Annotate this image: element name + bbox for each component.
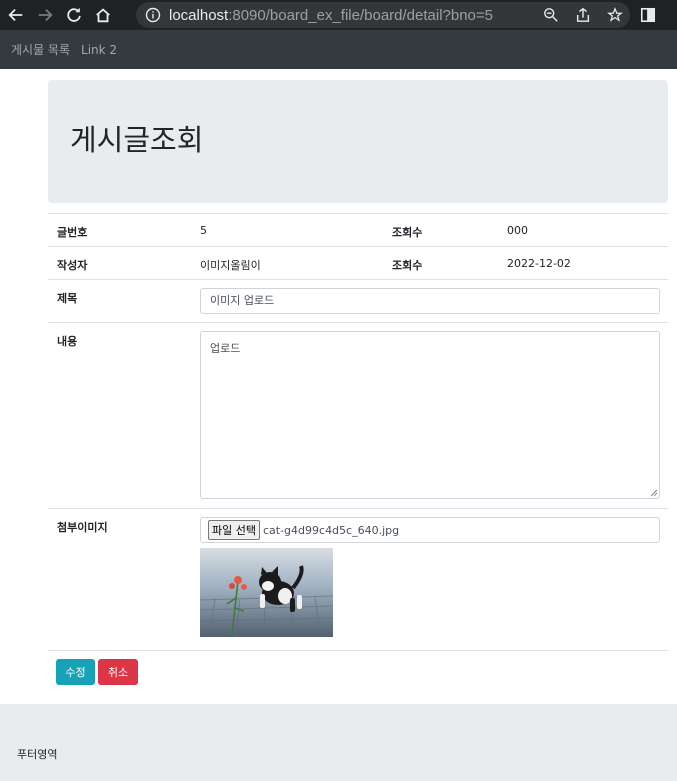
share-icon[interactable] bbox=[574, 6, 592, 24]
back-arrow-icon bbox=[8, 8, 23, 22]
title-input[interactable]: 이미지 업로드 bbox=[200, 288, 660, 314]
nav-link-board-list[interactable]: 게시물 목록 bbox=[11, 41, 70, 58]
attach-label: 첨부이미지 bbox=[57, 521, 108, 534]
bookmark-star-icon[interactable] bbox=[606, 6, 624, 24]
info-icon[interactable] bbox=[145, 7, 161, 23]
browser-toolbar: localhost:8090/board_ex_file/board/detai… bbox=[0, 0, 677, 30]
views-value: 000 bbox=[507, 224, 528, 237]
back-button[interactable] bbox=[3, 2, 29, 28]
content-text: 업로드 bbox=[210, 342, 241, 355]
content-label: 내용 bbox=[57, 335, 78, 348]
title-label: 제목 bbox=[57, 292, 78, 305]
content-textarea[interactable]: 업로드 bbox=[200, 331, 660, 499]
address-bar[interactable]: localhost:8090/board_ex_file/board/detai… bbox=[136, 2, 630, 28]
table-row: 내용 업로드 bbox=[48, 322, 668, 508]
bno-value: 5 bbox=[200, 224, 207, 237]
date-label: 조회수 bbox=[392, 259, 423, 272]
cancel-button[interactable]: 취소 bbox=[98, 659, 138, 685]
forward-button[interactable] bbox=[32, 2, 58, 28]
file-select-button[interactable]: 파일 선택 bbox=[208, 520, 260, 540]
bno-label: 글번호 bbox=[57, 226, 88, 239]
footer-text: 푸터영역 bbox=[17, 748, 58, 761]
top-navbar: 게시물 목록 Link 2 bbox=[0, 30, 677, 69]
table-row: 글번호 5 조회수 000 bbox=[48, 213, 668, 246]
home-icon bbox=[96, 8, 110, 23]
url-text: localhost:8090/board_ex_file/board/detai… bbox=[169, 7, 493, 24]
divider bbox=[48, 650, 668, 651]
reload-icon bbox=[67, 7, 81, 22]
file-input[interactable]: 파일 선택 cat-g4d99c4d5c_640.jpg bbox=[200, 517, 660, 543]
url-host: localhost bbox=[169, 6, 229, 24]
page-title: 게시글조회 bbox=[70, 123, 204, 157]
url-path: :8090/board_ex_file/board/detail?bno=5 bbox=[228, 6, 494, 24]
footer: 푸터영역 bbox=[0, 704, 677, 781]
edit-button[interactable]: 수정 bbox=[56, 659, 95, 685]
home-button[interactable] bbox=[90, 2, 116, 28]
file-name: cat-g4d99c4d5c_640.jpg bbox=[262, 523, 400, 537]
zoom-icon[interactable] bbox=[542, 6, 560, 24]
views-label: 조회수 bbox=[392, 226, 423, 239]
table-row: 작성자 이미지올림이 조회수 2022-12-02 bbox=[48, 246, 668, 279]
writer-value: 이미지올림이 bbox=[200, 259, 261, 272]
side-panel-icon[interactable] bbox=[638, 5, 658, 25]
writer-label: 작성자 bbox=[57, 259, 88, 272]
attached-image bbox=[200, 548, 333, 637]
nav-link-2[interactable]: Link 2 bbox=[81, 43, 117, 57]
resize-handle-icon[interactable] bbox=[650, 489, 658, 497]
forward-arrow-icon bbox=[38, 8, 53, 22]
reload-button[interactable] bbox=[61, 2, 87, 28]
date-value: 2022-12-02 bbox=[507, 257, 571, 270]
jumbotron: 게시글조회 bbox=[48, 80, 668, 203]
table-row: 제목 이미지 업로드 bbox=[48, 279, 668, 322]
